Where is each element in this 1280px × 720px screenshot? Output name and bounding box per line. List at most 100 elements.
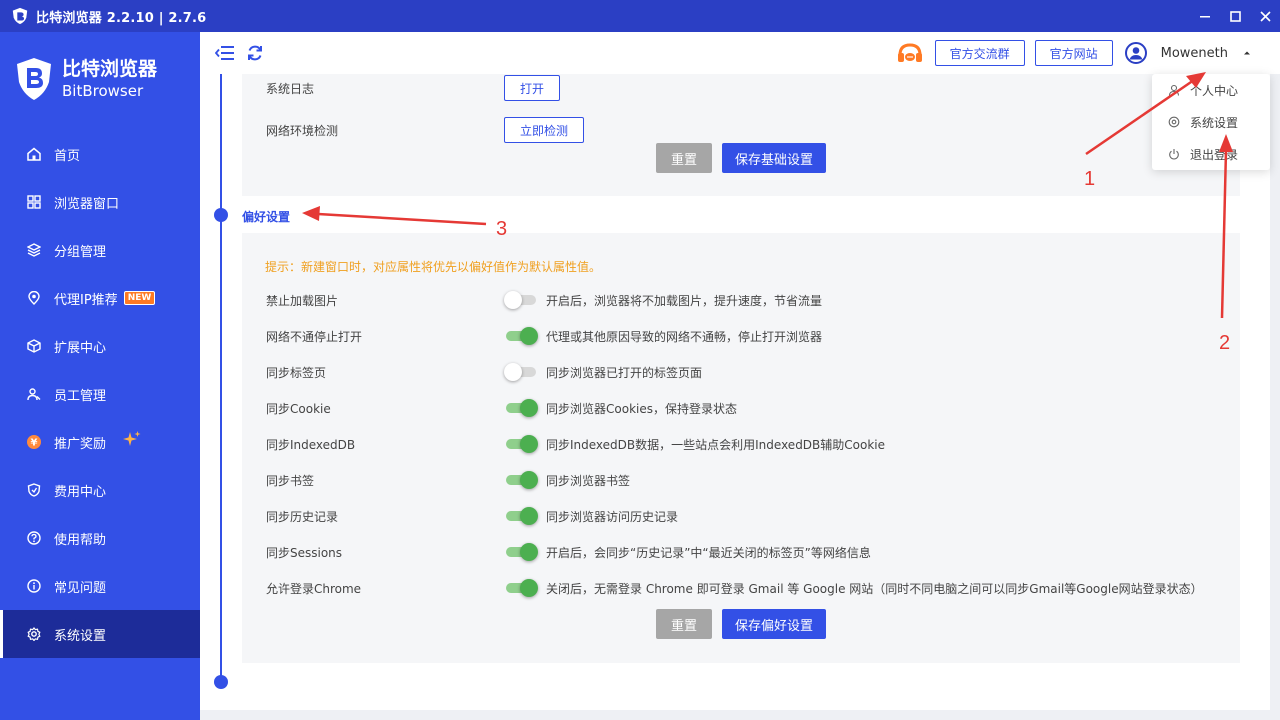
minimize-button[interactable] [1190,0,1220,32]
maximize-button[interactable] [1220,0,1250,32]
preferences-hint: 提示：新建窗口时，对应属性将优先以偏好值作为默认属性值。 [265,260,602,274]
close-window-button[interactable] [1250,0,1280,32]
pref-desc: 同步浏览器访问历史记录 [546,510,679,524]
annotation-number-3: 3 [496,218,508,240]
sidebar-item-staff[interactable]: 员工管理 [0,370,200,418]
sidebar: 比特浏览器 BitBrowser 首页 浏览器窗口 分组管理 代理IP推荐 NE… [0,32,200,720]
pref-desc: 开启后，会同步“历史记录”中“最近关闭的标签页”等网络信息 [546,546,871,560]
menu-item-label: 个人中心 [1190,83,1239,98]
sidebar-item-settings[interactable]: 系统设置 [0,610,200,658]
save-basic-button[interactable]: 保存基础设置 [722,143,826,173]
pref-label: 禁止加载图片 [266,294,339,308]
pref-label: 同步书签 [266,474,315,488]
preferences-panel: 提示：新建窗口时，对应属性将优先以偏好值作为默认属性值。 禁止加载图片 开启后，… [242,233,1240,663]
sync-indexeddb-toggle[interactable] [504,435,538,453]
sidebar-item-label: 常见问题 [54,580,107,596]
pref-label: 同步Sessions [266,546,343,560]
brand-name-cn: 比特浏览器 [62,58,158,80]
pref-desc: 代理或其他原因导致的网络不通畅，停止打开浏览器 [546,330,823,344]
user-icon [1168,84,1180,96]
support-button[interactable] [895,40,925,66]
reset-preferences-button[interactable]: 重置 [656,609,712,639]
pref-row-stop-on-network-fail: 网络不通停止打开 代理或其他原因导致的网络不通畅，停止打开浏览器 [242,325,1240,347]
brand-logo-icon [17,58,51,100]
user-menu-trigger[interactable]: Moweneth [1124,42,1280,64]
sync-history-toggle[interactable] [504,507,538,525]
timeline-dot-preferences [214,208,228,222]
sidebar-item-browser-windows[interactable]: 浏览器窗口 [0,178,200,226]
sidebar-item-billing[interactable]: 费用中心 [0,466,200,514]
sync-tabs-toggle[interactable] [504,363,538,381]
sidebar-item-proxy-ip[interactable]: 代理IP推荐 NEW [0,274,200,322]
refresh-button[interactable] [244,42,266,64]
sidebar-item-home[interactable]: 首页 [0,130,200,178]
network-check-label: 网络环境检测 [266,124,339,138]
grid-icon [26,194,42,210]
reset-basic-button[interactable]: 重置 [656,143,712,173]
pref-row-allow-chrome-login: 允许登录Chrome 关闭后，无需登录 Chrome 即可登录 Gmail 等 … [242,577,1240,599]
settings-icon [1168,116,1180,128]
menu-item-logout[interactable]: 退出登录 [1152,138,1270,170]
system-log-label: 系统日志 [266,82,315,96]
pref-label: 同步Cookie [266,402,331,416]
sidebar-nav: 首页 浏览器窗口 分组管理 代理IP推荐 NEW 扩展中心 员工管理 ¥ 推广奖… [0,130,200,658]
reward-icon: ¥ [26,434,42,450]
sparkle-icon [122,430,142,454]
brand: 比特浏览器 BitBrowser [14,56,157,102]
pref-desc: 关闭后，无需登录 Chrome 即可登录 Gmail 等 Google 网站（同… [546,582,1203,596]
preferences-title: 偏好设置 [242,210,291,224]
users-icon [26,386,42,402]
sidebar-item-groups[interactable]: 分组管理 [0,226,200,274]
sidebar-item-label: 分组管理 [54,244,107,260]
sidebar-item-help[interactable]: 使用帮助 [0,514,200,562]
timeline-dot-next [214,675,228,689]
menu-item-system-settings[interactable]: 系统设置 [1152,106,1270,138]
menu-item-label: 退出登录 [1190,147,1239,162]
sidebar-item-label: 费用中心 [54,484,107,500]
sidebar-item-label: 扩展中心 [54,340,107,356]
power-icon [1168,148,1180,160]
info-icon [26,578,42,594]
pref-row-sync-cookie: 同步Cookie 同步浏览器Cookies，保持登录状态 [242,397,1240,419]
refresh-icon [248,45,262,61]
brand-name-en: BitBrowser [62,82,144,100]
official-group-button[interactable]: 官方交流群 [934,40,1025,66]
pref-label: 允许登录Chrome [266,582,362,596]
gear-icon [26,626,42,642]
allow-chrome-login-toggle[interactable] [504,579,538,597]
sync-bookmarks-toggle[interactable] [504,471,538,489]
caret-up-icon [1244,51,1250,55]
pref-desc: 同步浏览器Cookies，保持登录状态 [546,402,737,416]
help-icon [26,530,42,546]
check-now-button[interactable]: 立即检测 [504,117,584,143]
annotation-number-2: 2 [1219,332,1231,354]
pref-row-sync-tabs: 同步标签页 同步浏览器已打开的标签页面 [242,361,1240,383]
pref-desc: 同步浏览器已打开的标签页面 [546,366,703,380]
open-log-button[interactable]: 打开 [504,75,560,101]
official-site-button[interactable]: 官方网站 [1034,40,1113,66]
collapse-sidebar-button[interactable] [214,42,236,64]
sidebar-item-extensions[interactable]: 扩展中心 [0,322,200,370]
annotation-number-1: 1 [1084,168,1096,190]
pref-label: 同步历史记录 [266,510,339,524]
sidebar-item-faq[interactable]: 常见问题 [0,562,200,610]
collapse-menu-icon [215,46,234,60]
block-images-toggle[interactable] [504,291,538,309]
maximize-icon [1229,10,1241,22]
pref-desc: 同步浏览器书签 [546,474,631,488]
save-preferences-button[interactable]: 保存偏好设置 [722,609,826,639]
header: 官方交流群 官方网站 Moweneth [200,32,1280,74]
pref-desc: 同步IndexedDB数据，一些站点会利用IndexedDB辅助Cookie [546,438,886,452]
pref-row-block-images: 禁止加载图片 开启后，浏览器将不加载图片，提升速度，节省流量 [242,289,1240,311]
sync-sessions-toggle[interactable] [504,543,538,561]
sidebar-item-label: 使用帮助 [54,532,107,548]
menu-item-profile[interactable]: 个人中心 [1152,74,1270,106]
sidebar-item-rewards[interactable]: ¥ 推广奖励 [0,418,200,466]
pref-label: 网络不通停止打开 [266,330,363,344]
shield-icon [26,482,42,498]
pref-row-sync-sessions: 同步Sessions 开启后，会同步“历史记录”中“最近关闭的标签页”等网络信息 [242,541,1240,563]
stop-on-network-fail-toggle[interactable] [504,327,538,345]
pref-row-sync-bookmarks: 同步书签 同步浏览器书签 [242,469,1240,491]
headset-icon [897,43,922,62]
sync-cookie-toggle[interactable] [504,399,538,417]
